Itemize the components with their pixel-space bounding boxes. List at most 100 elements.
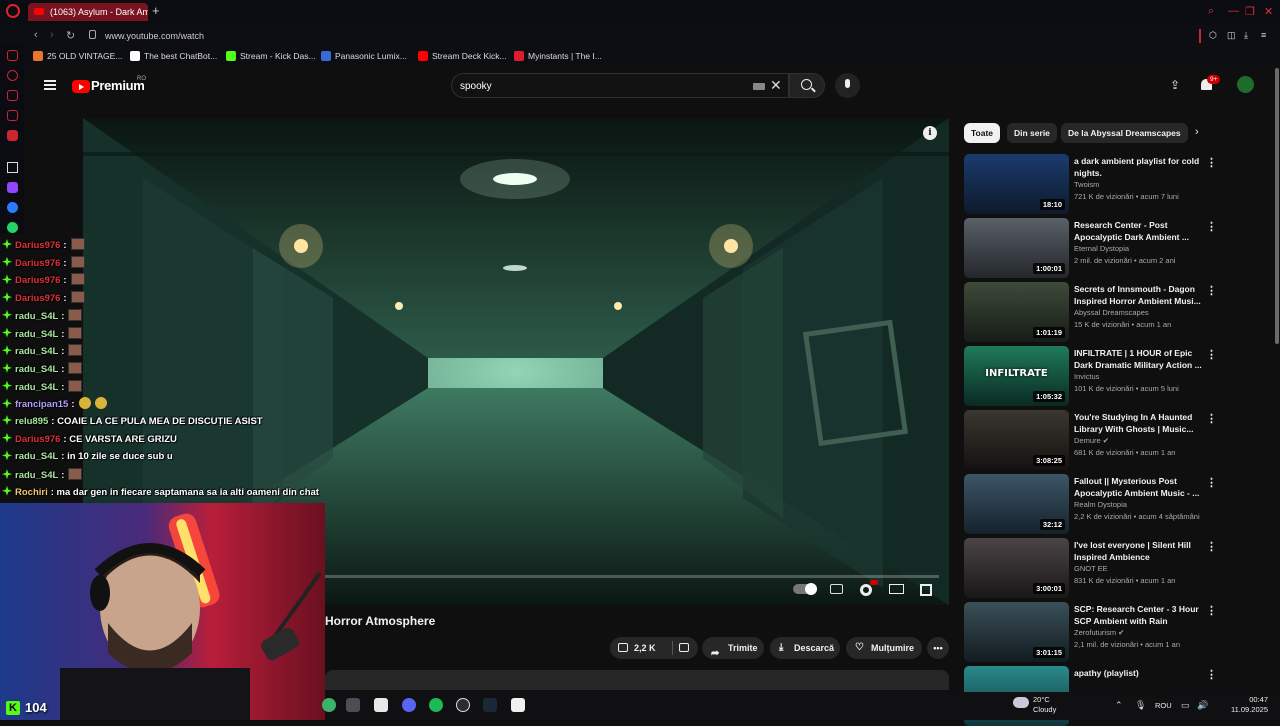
chip-series[interactable]: Din serie	[1007, 123, 1057, 143]
chat-username[interactable]: Darius976	[15, 275, 60, 286]
chevron-right-icon[interactable]: ›	[1195, 126, 1199, 138]
channel-name[interactable]: Demure ✔	[1074, 436, 1109, 445]
youtube-logo-icon[interactable]	[72, 80, 90, 93]
video-thumbnail[interactable]: 3:01:15	[964, 602, 1069, 662]
twitch-icon[interactable]	[7, 182, 18, 193]
hamburger-menu-icon[interactable]	[44, 80, 56, 90]
recommendation-item[interactable]: 18:10 a dark ambient playlist for cold ni…	[964, 154, 1220, 214]
more-options-icon[interactable]: ⋮	[1206, 348, 1217, 361]
obs-icon[interactable]	[456, 698, 470, 712]
channel-name[interactable]: Invictus	[1074, 372, 1099, 381]
reload-icon[interactable]: ↻	[66, 29, 75, 42]
player-icon[interactable]	[7, 130, 18, 141]
video-thumbnail[interactable]: INFILTRATE 1:05:32	[964, 346, 1069, 406]
minimize-icon[interactable]: —	[1228, 5, 1239, 17]
video-thumbnail[interactable]: 18:10	[964, 154, 1069, 214]
bookmark-item[interactable]: 25 OLD VINTAGE...	[33, 51, 122, 61]
taskbar-cube-icon[interactable]	[346, 698, 360, 712]
close-window-icon[interactable]: ✕	[1264, 5, 1273, 18]
history-icon[interactable]	[7, 70, 18, 81]
voice-search-mic-icon[interactable]	[835, 73, 860, 98]
keyboard-icon[interactable]	[753, 83, 765, 90]
more-options-icon[interactable]: ⋮	[1206, 412, 1217, 425]
recommendation-item[interactable]: 32:12 Fallout || Mysterious Post Apocalyp…	[964, 474, 1220, 534]
more-options-icon[interactable]: ⋮	[1206, 284, 1217, 297]
recommendation-title[interactable]: a dark ambient playlist for cold nights.	[1074, 155, 1202, 179]
volume-icon[interactable]: 🔊	[1197, 700, 1208, 711]
video-info-icon[interactable]: i	[923, 126, 937, 140]
download-icon[interactable]: ⤓	[1244, 30, 1248, 41]
cloud-icon[interactable]	[1013, 697, 1029, 708]
fullscreen-icon[interactable]	[920, 584, 932, 596]
messenger-icon[interactable]	[7, 202, 18, 213]
video-thumbnail[interactable]: 3:00:01	[964, 538, 1069, 598]
recommendation-item[interactable]: 3:01:15 SCP: Research Center - 3 Hour SCP…	[964, 602, 1220, 662]
spotify-icon[interactable]	[429, 698, 443, 712]
bookmark-item[interactable]: Stream - Kick Das...	[226, 51, 316, 61]
maximize-icon[interactable]: ❐	[1245, 5, 1255, 18]
clear-search-icon[interactable]: ✕	[770, 77, 782, 94]
settings-gear-icon[interactable]	[860, 584, 872, 596]
description-box[interactable]	[325, 670, 949, 690]
recommendation-title[interactable]: INFILTRATE | 1 HOUR of Epic Dark Dramati…	[1074, 347, 1202, 371]
dislike-icon[interactable]	[679, 643, 689, 652]
more-options-icon[interactable]: ⋮	[1206, 604, 1217, 617]
discord-icon[interactable]	[402, 698, 416, 712]
whatsapp-icon[interactable]	[7, 222, 18, 233]
more-options-icon[interactable]: ⋮	[1206, 220, 1217, 233]
extensions-icon[interactable]: ⬡	[1209, 30, 1217, 41]
video-thumbnail[interactable]: 1:00:01	[964, 218, 1069, 278]
video-thumbnail[interactable]: 3:08:25	[964, 410, 1069, 470]
thanks-button[interactable]: ♡ Mulțumire	[846, 637, 922, 659]
chip-channel[interactable]: De la Abyssal Dreamscapes	[1061, 123, 1188, 143]
autoplay-toggle[interactable]	[793, 583, 817, 595]
chat-username[interactable]: Darius976	[15, 240, 60, 251]
video-thumbnail[interactable]: 32:12	[964, 474, 1069, 534]
recommendation-item[interactable]: 3:00:01 I've lost everyone | Silent Hill …	[964, 538, 1220, 598]
search-tabs-icon[interactable]: ⌕	[1208, 5, 1214, 18]
chip-all[interactable]: Toate	[964, 123, 1001, 143]
search-button[interactable]	[789, 73, 825, 98]
chat-username[interactable]: Darius976	[15, 293, 60, 304]
chat-username[interactable]: radu_S4L	[15, 470, 58, 481]
bookmark-item[interactable]: Myinstants | The I...	[514, 51, 602, 61]
snapshot-icon[interactable]: ◫	[1227, 30, 1236, 41]
recommendation-item[interactable]: 1:00:01 Research Center - Post Apocalypti…	[964, 218, 1220, 278]
more-options-icon[interactable]: ⋮	[1206, 668, 1217, 681]
steam-icon[interactable]	[483, 698, 497, 712]
more-options-icon[interactable]: ⋮	[1206, 540, 1217, 553]
taskbar-app-icon[interactable]	[322, 698, 336, 712]
bookmark-item[interactable]: The best ChatBot...	[130, 51, 217, 61]
wallet-icon[interactable]	[7, 110, 18, 121]
chat-username[interactable]: Rochiri	[15, 487, 48, 498]
more-actions-button[interactable]: •••	[927, 637, 949, 659]
microphone-icon[interactable]: 🎙	[1135, 700, 1146, 711]
chat-username[interactable]: radu_S4L	[15, 346, 58, 357]
url-field[interactable]: www.youtube.com/watch	[105, 31, 204, 41]
chat-username[interactable]: radu_S4L	[15, 364, 58, 375]
video-progress-bar[interactable]	[325, 575, 939, 578]
subtitles-icon[interactable]	[830, 584, 843, 594]
chat-username[interactable]: francipan15	[15, 399, 68, 410]
menu-icon[interactable]: ≡	[1261, 30, 1266, 40]
taskbar-notes-icon[interactable]	[374, 698, 388, 712]
chat-username[interactable]: radu_S4L	[15, 451, 58, 462]
chat-username[interactable]: relu895	[15, 416, 48, 427]
search-input[interactable]	[460, 78, 740, 94]
forward-icon[interactable]: ›	[50, 29, 54, 41]
chat-username[interactable]: radu_S4L	[15, 311, 58, 322]
create-upload-icon[interactable]: ⇪	[1170, 78, 1180, 92]
download-button[interactable]: ⤓ Descarcă	[770, 637, 840, 659]
recommendation-title[interactable]: Fallout || Mysterious Post Apocalyptic A…	[1074, 475, 1202, 499]
shopping-icon[interactable]	[7, 90, 18, 101]
bookmark-item[interactable]: Panasonic Lumix...	[321, 51, 407, 61]
theater-mode-icon[interactable]	[889, 584, 904, 594]
recommendation-item[interactable]: 1:01:19 Secrets of Innsmouth - Dagon Insp…	[964, 282, 1220, 342]
taskbar-date[interactable]: 11.09.2025	[1218, 705, 1268, 714]
channel-name[interactable]: Abyssal Dreamscapes	[1074, 308, 1149, 317]
capcut-icon[interactable]	[511, 698, 525, 712]
page-scrollbar[interactable]	[1275, 68, 1279, 344]
video-thumbnail[interactable]: 1:01:19	[964, 282, 1069, 342]
taskbar-clock[interactable]: 00:47	[1228, 695, 1268, 704]
back-icon[interactable]: ‹	[34, 29, 38, 41]
